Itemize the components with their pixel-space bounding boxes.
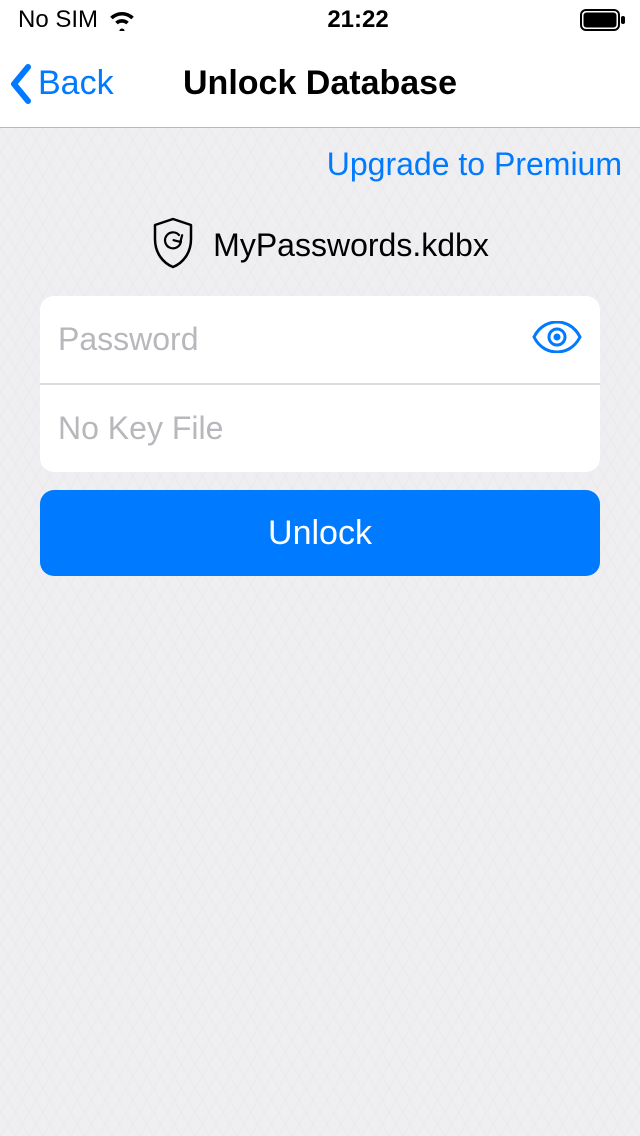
back-button[interactable]: Back: [8, 40, 114, 127]
back-label: Back: [38, 64, 114, 103]
keyfile-label: No Key File: [58, 410, 582, 447]
upgrade-label: Upgrade to Premium: [327, 146, 622, 182]
chevron-left-icon: [8, 63, 34, 105]
password-input[interactable]: [58, 321, 526, 358]
page-title: Unlock Database: [183, 64, 457, 103]
wifi-icon: [108, 9, 136, 31]
unlock-button[interactable]: Unlock: [40, 490, 600, 576]
unlock-button-label: Unlock: [268, 514, 372, 553]
eye-icon: [532, 321, 582, 358]
shield-sync-icon: [151, 217, 195, 274]
unlock-form-card: No Key File: [40, 296, 600, 472]
toggle-password-visibility-button[interactable]: [526, 321, 582, 358]
database-header: MyPasswords.kdbx: [0, 217, 640, 274]
keyfile-row[interactable]: No Key File: [40, 384, 600, 472]
upgrade-link[interactable]: Upgrade to Premium: [0, 128, 640, 193]
password-row: [40, 296, 600, 384]
battery-icon: [580, 9, 626, 31]
database-name: MyPasswords.kdbx: [213, 227, 489, 264]
status-bar: No SIM 21:22: [0, 0, 640, 40]
carrier-text: No SIM: [18, 6, 98, 34]
nav-bar: Back Unlock Database: [0, 40, 640, 128]
clock: 21:22: [327, 6, 388, 34]
